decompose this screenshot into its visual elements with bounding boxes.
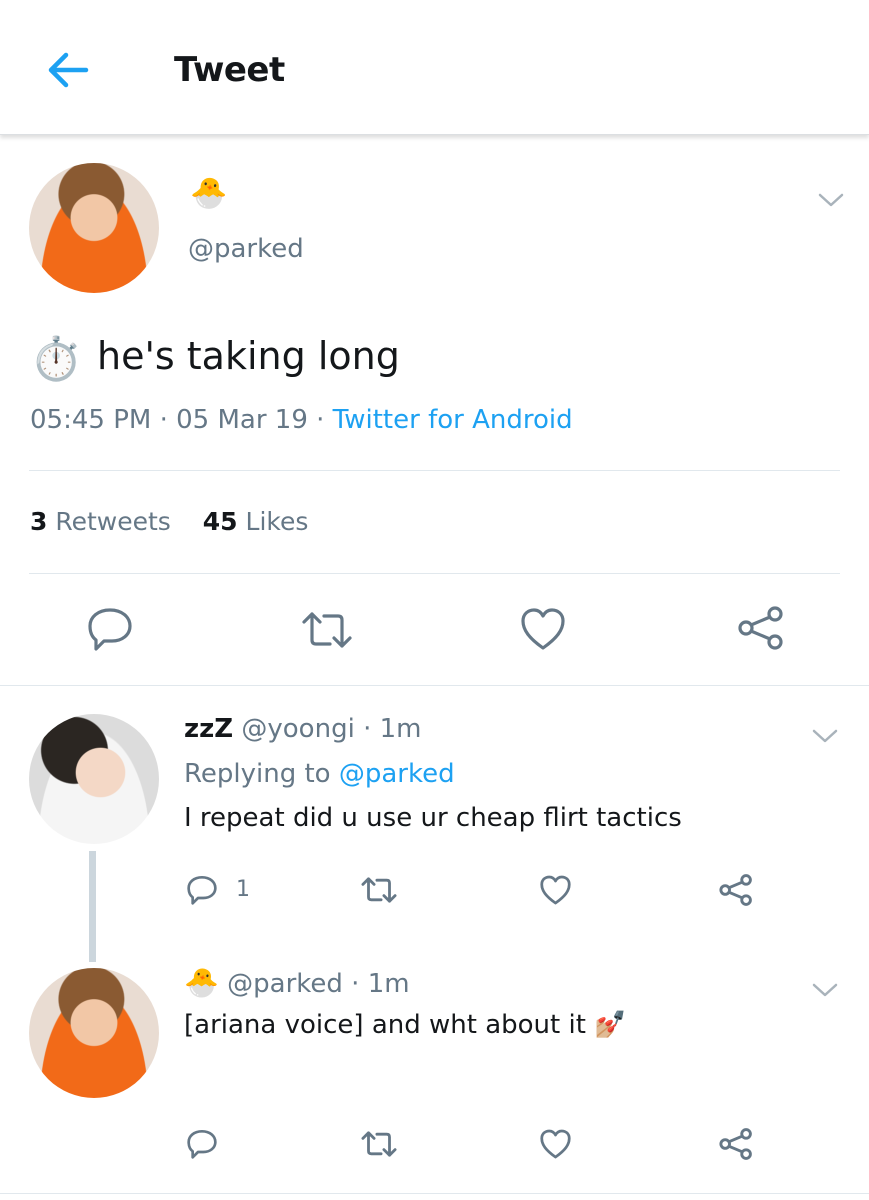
share-icon bbox=[719, 874, 752, 906]
page-title: Tweet bbox=[174, 50, 285, 90]
share-icon bbox=[719, 1128, 752, 1160]
tweet-menu-button[interactable] bbox=[810, 980, 840, 1000]
divider bbox=[29, 573, 840, 574]
nail-polish-emoji: 💅🏼 bbox=[594, 1010, 627, 1040]
arrow-left-icon bbox=[48, 52, 89, 88]
reply-button[interactable] bbox=[186, 874, 218, 910]
reply-header: 🐣 @parked · 1m bbox=[184, 966, 410, 999]
like-label: Likes bbox=[245, 507, 309, 536]
reply-author-emoji: 🐣 bbox=[184, 966, 219, 999]
reply-button[interactable] bbox=[186, 1128, 218, 1164]
meta-separator: · bbox=[351, 969, 360, 999]
reply-icon bbox=[187, 875, 217, 905]
meta-separator: · bbox=[363, 714, 372, 744]
retweet-label: Retweets bbox=[55, 507, 171, 536]
replying-prefix: Replying to bbox=[184, 759, 331, 789]
avatar[interactable] bbox=[29, 968, 159, 1098]
reply-header: zzZ @yoongi · 1m bbox=[184, 714, 421, 744]
reply-time: 1m bbox=[367, 969, 410, 999]
like-count: 45 bbox=[202, 507, 238, 536]
reply-text: [ariana voice] and wht about it bbox=[184, 1010, 586, 1040]
retweet-icon bbox=[361, 877, 397, 903]
chevron-down-icon bbox=[812, 729, 838, 743]
share-button[interactable] bbox=[718, 872, 754, 912]
tweet-text: he's taking long bbox=[97, 334, 400, 378]
tweet-date: 05 Mar 19 bbox=[176, 405, 308, 435]
meta-separator: · bbox=[316, 405, 325, 435]
chevron-down-icon bbox=[818, 193, 844, 207]
reply-author-handle[interactable]: @yoongi bbox=[241, 714, 354, 744]
tweet-meta: 05:45 PM · 05 Mar 19 · Twitter for Andro… bbox=[30, 405, 573, 435]
tweet-text-emoji: ⏱️ bbox=[30, 334, 83, 383]
retweet-button[interactable] bbox=[360, 876, 398, 908]
reply-time: 1m bbox=[379, 714, 422, 744]
meta-separator: · bbox=[159, 405, 168, 435]
replying-handle-link[interactable]: @parked bbox=[339, 759, 455, 789]
avatar[interactable] bbox=[29, 714, 159, 844]
tweet-time: 05:45 PM bbox=[30, 405, 152, 435]
retweet-icon bbox=[361, 1131, 397, 1157]
reply-author-handle[interactable]: @parked bbox=[227, 969, 343, 999]
reply-icon bbox=[187, 1130, 217, 1159]
heart-icon bbox=[540, 875, 571, 905]
chevron-down-icon bbox=[812, 983, 838, 997]
divider bbox=[0, 685, 869, 686]
avatar[interactable] bbox=[29, 163, 159, 293]
tweet-menu-button[interactable] bbox=[816, 190, 846, 210]
like-button[interactable] bbox=[539, 874, 572, 910]
like-button[interactable] bbox=[519, 606, 567, 656]
share-icon bbox=[738, 606, 783, 650]
thread-line bbox=[89, 851, 96, 962]
divider bbox=[29, 470, 840, 471]
retweets-stat[interactable]: 3 Retweets bbox=[30, 507, 179, 536]
reply-count: 1 bbox=[236, 877, 250, 902]
like-button[interactable] bbox=[539, 1128, 572, 1164]
retweet-button[interactable] bbox=[360, 1130, 398, 1162]
retweet-icon bbox=[302, 612, 352, 648]
tweet-menu-button[interactable] bbox=[810, 726, 840, 746]
reply-text: I repeat did u use ur cheap flirt tactic… bbox=[184, 803, 682, 833]
reply-button[interactable] bbox=[86, 606, 134, 656]
author-handle[interactable]: @parked bbox=[188, 234, 304, 264]
retweet-button[interactable] bbox=[300, 610, 354, 654]
author-emoji: 🐣 bbox=[190, 176, 228, 211]
back-button[interactable] bbox=[46, 50, 90, 90]
top-bar: Tweet bbox=[0, 0, 869, 135]
heart-icon bbox=[540, 1129, 571, 1159]
retweet-count: 3 bbox=[30, 507, 48, 536]
share-button[interactable] bbox=[718, 1126, 754, 1166]
reply-author-name[interactable]: zzZ bbox=[184, 714, 233, 744]
reply-text-row: [ariana voice] and wht about it 💅🏼 bbox=[184, 1010, 627, 1040]
likes-stat[interactable]: 45 Likes bbox=[203, 507, 309, 536]
tweet-stats: 3 Retweets 45 Likes bbox=[30, 507, 308, 536]
share-button[interactable] bbox=[736, 604, 786, 656]
replying-to: Replying to @parked bbox=[184, 759, 455, 789]
heart-icon bbox=[521, 608, 565, 650]
tweet-source-link[interactable]: Twitter for Android bbox=[333, 405, 573, 435]
divider bbox=[0, 1193, 869, 1194]
reply-icon bbox=[88, 608, 132, 651]
